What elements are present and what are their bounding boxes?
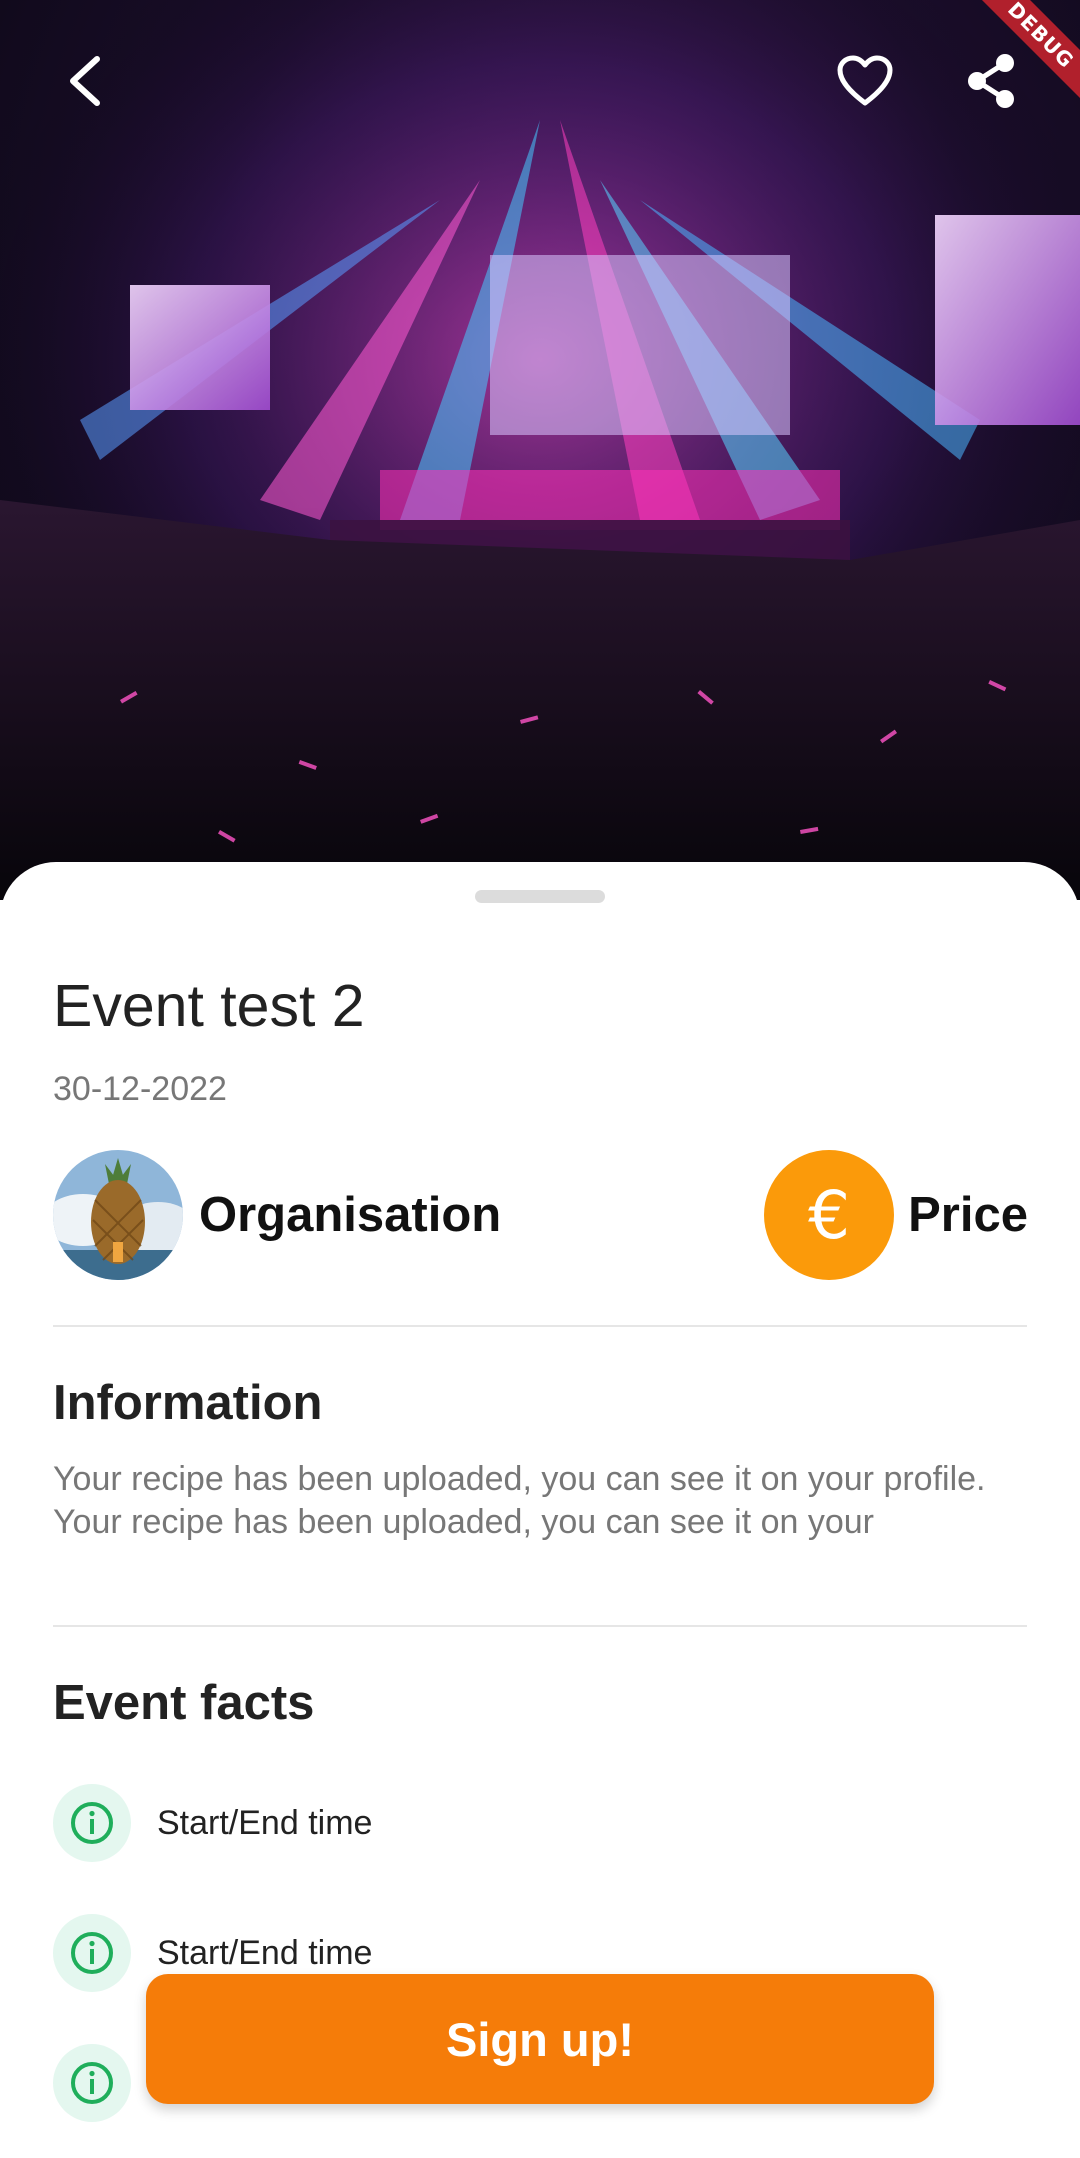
event-fact-label: Start/End time xyxy=(157,1803,373,1842)
divider xyxy=(53,1325,1027,1327)
chevron-left-icon xyxy=(70,56,100,106)
event-fact-label: Start/End time xyxy=(157,1933,373,1972)
back-button[interactable] xyxy=(40,36,130,126)
price-label: Price xyxy=(908,1188,1028,1242)
info-icon xyxy=(53,1914,131,1992)
drag-handle[interactable] xyxy=(475,890,605,903)
euro-icon: € xyxy=(764,1150,895,1280)
favorite-button[interactable] xyxy=(820,36,910,126)
info-icon xyxy=(53,2044,131,2122)
event-fact-item: Start/End time xyxy=(53,1784,372,1862)
concert-scene-illustration xyxy=(0,0,1080,900)
event-details-sheet: Event test 2 30-12-2022 Organisation € P… xyxy=(0,862,1080,2158)
share-button[interactable] xyxy=(946,36,1036,126)
event-cover-image: DEBUG xyxy=(0,0,1080,900)
event-date: 30-12-2022 xyxy=(53,1070,227,1108)
event-facts-title: Event facts xyxy=(53,1676,315,1730)
information-title: Information xyxy=(53,1376,323,1430)
organisation-avatar xyxy=(53,1150,183,1280)
event-fact-item xyxy=(53,2044,157,2122)
heart-outline-icon xyxy=(837,55,893,106)
divider xyxy=(53,1625,1027,1627)
info-icon xyxy=(53,1784,131,1862)
price-link[interactable]: € Price xyxy=(764,1150,1028,1280)
pineapple-avatar-image xyxy=(53,1150,183,1280)
sign-up-button[interactable]: Sign up! xyxy=(146,1974,934,2104)
share-icon xyxy=(968,54,1014,108)
event-title: Event test 2 xyxy=(53,973,365,1039)
information-text: Your recipe has been uploaded, you can s… xyxy=(53,1460,986,1541)
organisation-link[interactable]: Organisation xyxy=(53,1150,501,1280)
organisation-label: Organisation xyxy=(199,1188,502,1242)
